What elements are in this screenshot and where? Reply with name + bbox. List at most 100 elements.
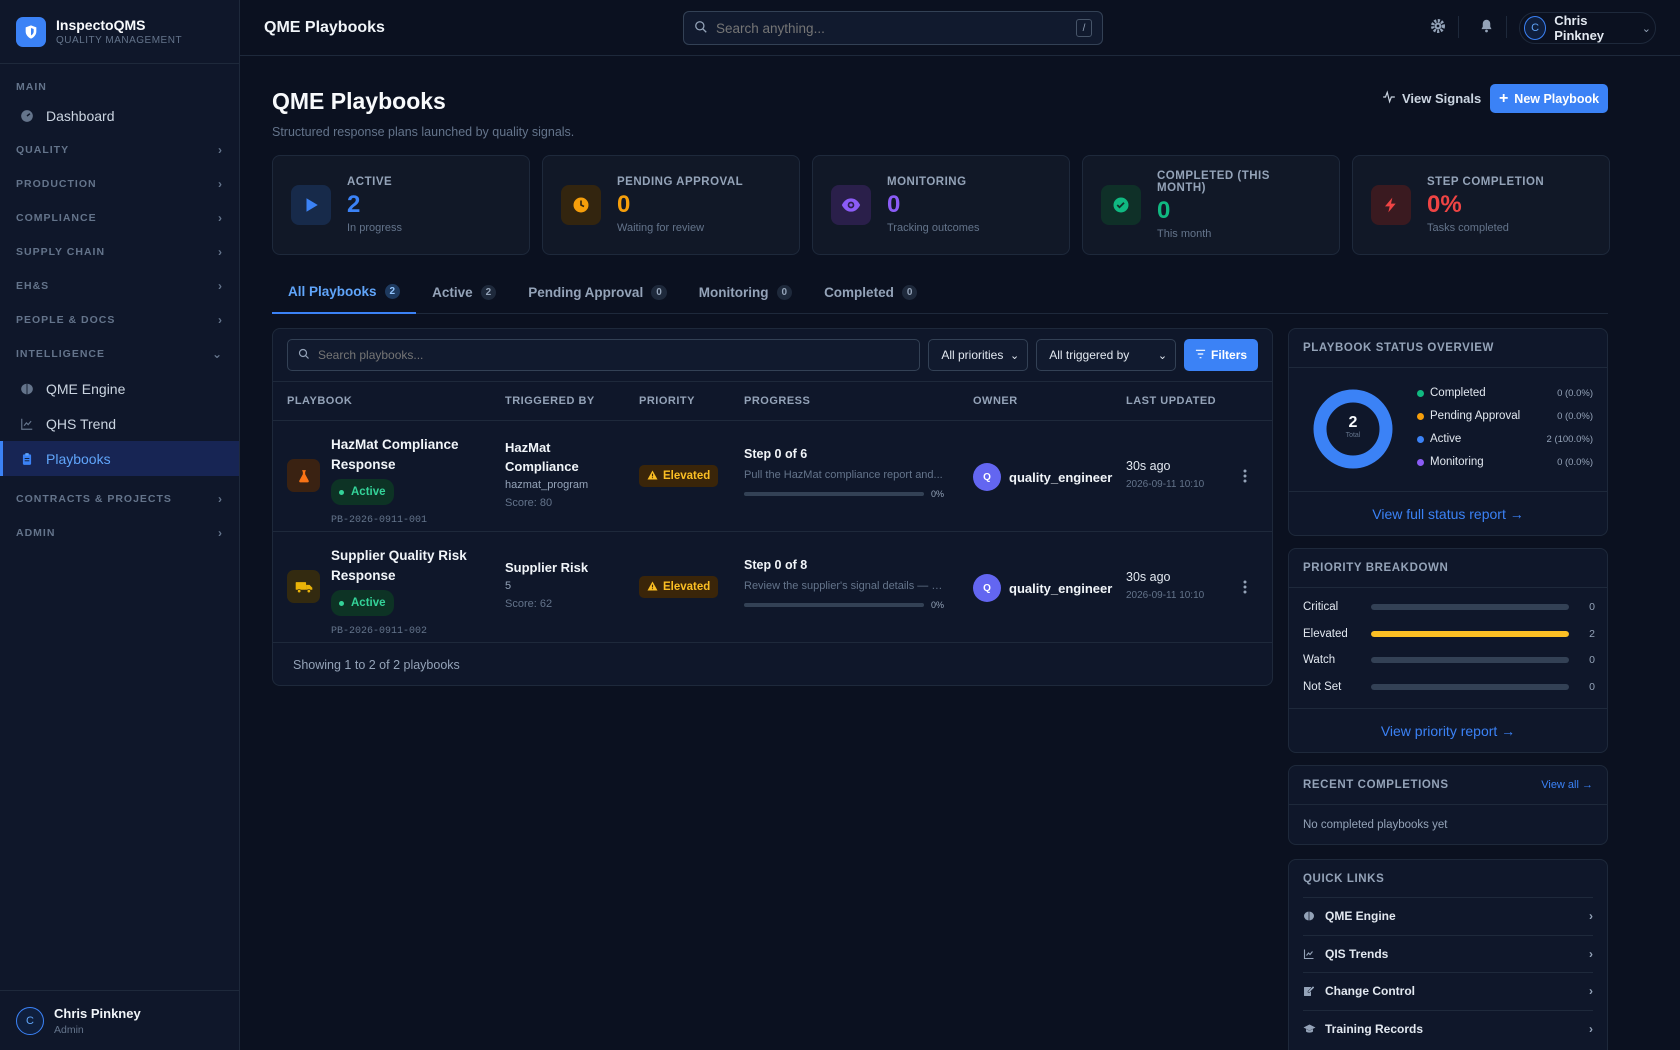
quick-link-qis-trends[interactable]: QIS Trends › — [1303, 934, 1593, 973]
chevron-right-icon: › — [218, 313, 223, 327]
gear-icon[interactable] — [1430, 18, 1446, 37]
view-priority-report-link[interactable]: View priority report → — [1289, 708, 1607, 752]
section-label: QUALITY — [16, 144, 70, 156]
stat-card-monitoring[interactable]: MONITORING 0 Tracking outcomes — [812, 155, 1070, 255]
stat-card-pending-approval[interactable]: PENDING APPROVAL 0 Waiting for review — [542, 155, 800, 255]
topbar: QME Playbooks / C Chris Pinkney ⌄ — [240, 0, 1680, 56]
column-header[interactable]: LAST UPDATED — [1126, 395, 1216, 407]
section-compliance[interactable]: COMPLIANCE › — [0, 201, 239, 235]
filter-icon — [1195, 348, 1206, 362]
play-icon — [291, 185, 331, 225]
card-title: PLAYBOOK STATUS OVERVIEW — [1289, 329, 1607, 368]
kebab-menu-icon[interactable] — [1243, 469, 1247, 486]
view-all-link[interactable]: View all → — [1541, 779, 1593, 791]
column-header[interactable]: OWNER — [973, 395, 1018, 407]
bell-icon[interactable] — [1479, 18, 1494, 37]
global-search[interactable]: / — [683, 11, 1103, 45]
sidebar-item-dashboard[interactable]: Dashboard — [0, 98, 239, 133]
view-signals-button[interactable]: View Signals — [1382, 83, 1481, 113]
table-row[interactable]: Supplier Quality Risk Response Active PB… — [273, 532, 1272, 643]
stat-card-step-completion[interactable]: STEP COMPLETION 0% Tasks completed — [1352, 155, 1610, 255]
sidebar-user[interactable]: C Chris Pinkney Admin — [0, 990, 240, 1050]
owner-name: quality_engineer — [1009, 580, 1113, 596]
brand[interactable]: InspectoQMS QUALITY MANAGEMENT — [0, 0, 239, 64]
section-people-docs[interactable]: PEOPLE & DOCS › — [0, 303, 239, 337]
quick-links-card: QUICK LINKS QME Engine › QIS Trends › Chan… — [1288, 859, 1608, 1050]
divider — [1458, 16, 1459, 38]
card-title-text: QUICK LINKS — [1303, 872, 1385, 885]
user-menu[interactable]: C Chris Pinkney ⌄ — [1519, 12, 1656, 44]
column-header[interactable]: PROGRESS — [744, 395, 810, 407]
section-label: SUPPLY CHAIN — [16, 246, 106, 258]
playbook-search[interactable] — [287, 339, 921, 371]
legend-label: Active — [1430, 433, 1462, 445]
section-intelligence[interactable]: INTELLIGENCE ⌄ — [0, 337, 239, 371]
sidebar: InspectoQMS QUALITY MANAGEMENT MAIN Dash… — [0, 0, 240, 1050]
graduation-cap-icon — [1303, 1023, 1317, 1035]
eye-icon — [831, 185, 871, 225]
column-header[interactable]: PRIORITY — [639, 395, 695, 407]
card-title-text: RECENT COMPLETIONS — [1303, 779, 1449, 791]
section-production[interactable]: PRODUCTION › — [0, 167, 239, 201]
trigger-score: Score: 62 — [505, 598, 553, 610]
tab-pending-approval[interactable]: Pending Approval 0 — [512, 270, 683, 314]
sidebar-nav: MAIN Dashboard QUALITY › PRODUCTION › COMP… — [0, 64, 239, 550]
sidebar-item-playbooks[interactable]: Playbooks — [0, 441, 239, 476]
user-role: Admin — [54, 1023, 84, 1036]
triggered-by-select[interactable]: All triggered by ⌄ — [1036, 339, 1177, 371]
legend-label: Pending Approval — [1430, 410, 1521, 422]
tab-all-playbooks[interactable]: All Playbooks 2 — [272, 270, 417, 314]
tab-count: 0 — [776, 284, 793, 300]
playbook-name[interactable]: Supplier Quality Risk Response — [331, 546, 471, 586]
chevron-right-icon: › — [218, 245, 223, 259]
stat-label: MONITORING — [887, 176, 967, 188]
section-admin[interactable]: ADMIN › — [0, 516, 239, 550]
view-status-report-link[interactable]: View full status report → — [1289, 491, 1607, 535]
stat-card-active[interactable]: ACTIVE 2 In progress — [272, 155, 530, 255]
progress-bar — [744, 603, 924, 607]
section-ehs[interactable]: EH&S › — [0, 269, 239, 303]
sidebar-item-qhs-trend[interactable]: QHS Trend — [0, 406, 239, 441]
sidebar-item-qme-engine[interactable]: QME Engine — [0, 371, 239, 406]
chevron-right-icon: › — [1589, 984, 1593, 999]
quick-link-training-records[interactable]: Training Records › — [1303, 1009, 1593, 1048]
card-title: QUICK LINKS — [1289, 860, 1607, 897]
priority-bar — [1371, 631, 1569, 637]
kebab-menu-icon[interactable] — [1243, 580, 1247, 597]
card-title: PRIORITY BREAKDOWN — [1289, 549, 1607, 588]
section-label: COMPLIANCE — [16, 212, 97, 224]
updated-timestamp: 2026-09-11 10:10 — [1126, 479, 1205, 490]
section-label: INTELLIGENCE — [16, 348, 106, 360]
view-signals-label: View Signals — [1402, 90, 1482, 106]
section-contracts-projects[interactable]: CONTRACTS & PROJECTS › — [0, 482, 239, 516]
quick-link-label: Training Records — [1325, 1021, 1424, 1036]
playbook-search-input[interactable] — [318, 348, 910, 362]
section-supply-chain[interactable]: SUPPLY CHAIN › — [0, 235, 239, 269]
priority-bar — [1371, 657, 1569, 663]
tab-completed[interactable]: Completed 0 — [808, 270, 933, 314]
updated-relative: 30s ago — [1126, 570, 1171, 584]
search-input[interactable] — [716, 20, 1076, 36]
quick-link-change-control[interactable]: Change Control › — [1303, 972, 1593, 1010]
playbook-name[interactable]: HazMat Compliance Response — [331, 435, 471, 475]
priority-count: 0 — [1589, 601, 1595, 613]
priority-select[interactable]: All priorities ⌄ — [928, 339, 1029, 371]
progress-percent: 0% — [930, 600, 944, 610]
tab-label: Active — [432, 284, 473, 300]
quick-link-qme-engine[interactable]: QME Engine › — [1303, 897, 1593, 935]
chart-line-icon — [1303, 948, 1317, 960]
new-playbook-label: New Playbook — [1514, 91, 1600, 106]
table-row[interactable]: HazMat Compliance Response Active PB-202… — [273, 421, 1272, 532]
priority-badge: Elevated — [639, 465, 719, 487]
column-header[interactable]: PLAYBOOK — [287, 395, 352, 407]
page-title: QME Playbooks — [272, 88, 446, 114]
filters-button[interactable]: Filters — [1184, 339, 1258, 371]
stat-label: COMPLETED (THIS MONTH) — [1157, 170, 1270, 194]
column-header[interactable]: TRIGGERED BY — [505, 395, 595, 407]
stat-card-completed[interactable]: COMPLETED (THIS MONTH) 0 This month — [1082, 155, 1340, 255]
playbook-id: PB-2026-0911-002 — [331, 626, 428, 637]
tab-active[interactable]: Active 2 — [416, 270, 512, 314]
tab-monitoring[interactable]: Monitoring 0 — [683, 270, 808, 314]
section-quality[interactable]: QUALITY › — [0, 133, 239, 167]
new-playbook-button[interactable]: + New Playbook — [1490, 84, 1608, 113]
